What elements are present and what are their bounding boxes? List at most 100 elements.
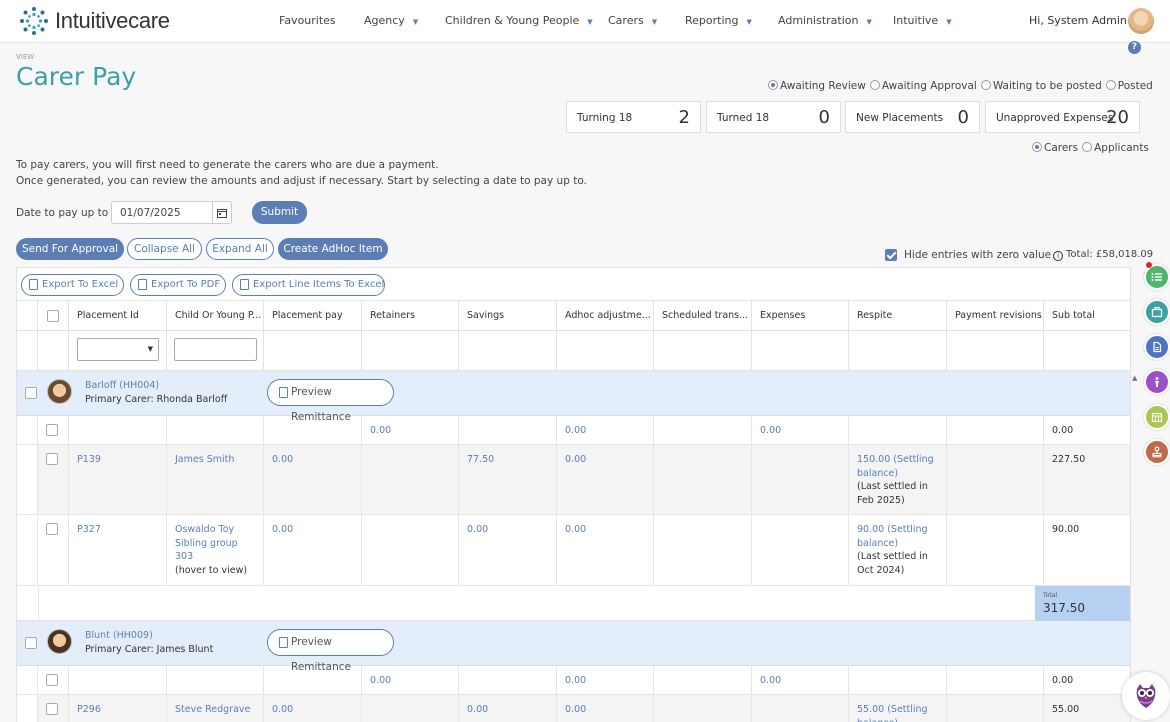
respite-link[interactable]: 150.00 (Settling balance) bbox=[857, 453, 936, 480]
brand-logo[interactable]: Intuitivecare bbox=[19, 6, 170, 36]
collapse-all-button[interactable]: Collapse All bbox=[127, 238, 202, 260]
status-waiting-to-be-posted[interactable]: Waiting to be posted bbox=[980, 80, 1102, 92]
retainers-cell[interactable]: 0.00 bbox=[362, 416, 459, 444]
nav-reporting[interactable]: Reporting ▼ bbox=[685, 14, 752, 27]
savings-cell[interactable]: 0.00 bbox=[459, 515, 557, 585]
person-icon[interactable] bbox=[1144, 369, 1170, 395]
col-placement-pay[interactable]: Placement pay bbox=[264, 300, 362, 331]
info-icon[interactable]: i bbox=[1053, 251, 1064, 261]
calendar-icon[interactable] bbox=[1144, 404, 1170, 430]
send-for-approval-button[interactable]: Send For Approval bbox=[16, 238, 124, 260]
placement-id-link[interactable]: P139 bbox=[69, 445, 167, 514]
row-cell bbox=[654, 515, 752, 585]
row-checkbox[interactable] bbox=[46, 424, 58, 436]
carer-group-header[interactable]: Barloff (HH004) Primary Carer: Rhonda Ba… bbox=[17, 371, 1130, 423]
row-cell bbox=[947, 515, 1044, 585]
adhoc-cell[interactable]: 0.00 bbox=[557, 666, 654, 694]
adhoc-cell[interactable]: 0.00 bbox=[557, 445, 654, 514]
respite-link[interactable]: 90.00 (Settling balance) bbox=[857, 523, 936, 550]
status-awaiting-approval[interactable]: Awaiting Approval bbox=[869, 80, 977, 92]
col-payment-revisions[interactable]: Payment revisions bbox=[947, 300, 1044, 331]
user-avatar[interactable] bbox=[1128, 8, 1154, 34]
stat-turned-18[interactable]: Turned 18 0 bbox=[706, 101, 841, 133]
child-filter-input[interactable] bbox=[174, 338, 257, 361]
savings-cell[interactable]: 77.50 bbox=[459, 445, 557, 514]
calendar-icon[interactable] bbox=[212, 202, 231, 223]
stat-new-placements[interactable]: New Placements 0 bbox=[845, 101, 980, 133]
expenses-cell[interactable]: 0.00 bbox=[752, 666, 849, 694]
row-cell bbox=[38, 515, 69, 585]
nav-agency[interactable]: Agency ▼ bbox=[364, 14, 418, 27]
expenses-cell[interactable]: 0.00 bbox=[752, 416, 849, 444]
preview-remittance-button[interactable]: Preview Remittance bbox=[267, 379, 394, 423]
primary-carer: Primary Carer: James Blunt bbox=[85, 644, 214, 655]
col-scheduled[interactable]: Scheduled trans... bbox=[654, 300, 752, 331]
create-adhoc-item-button[interactable]: Create AdHoc Item bbox=[278, 238, 388, 260]
nav-favourites[interactable]: Favourites bbox=[279, 14, 336, 27]
placement-id-filter-select[interactable] bbox=[77, 338, 159, 361]
placement-pay-cell[interactable]: 0.00 bbox=[264, 515, 362, 585]
col-savings[interactable]: Savings bbox=[459, 300, 557, 331]
col-expenses[interactable]: Expenses bbox=[752, 300, 849, 331]
submit-button[interactable]: Submit bbox=[252, 201, 307, 224]
assistant-owl-icon[interactable] bbox=[1122, 672, 1170, 720]
expand-all-button[interactable]: Expand All bbox=[206, 238, 274, 260]
carer-household-link[interactable]: Blunt (HH009) bbox=[85, 630, 153, 641]
adhoc-cell[interactable]: 0.00 bbox=[557, 695, 654, 722]
nav-administration[interactable]: Administration ▼ bbox=[778, 14, 872, 27]
preview-remittance-button[interactable]: Preview Remittance bbox=[267, 629, 394, 673]
export-pdf-button[interactable]: Export To PDF bbox=[130, 274, 226, 296]
type-applicants[interactable]: Applicants bbox=[1082, 142, 1149, 154]
retainers-cell[interactable]: 0.00 bbox=[362, 666, 459, 694]
document-icon[interactable] bbox=[1144, 334, 1170, 360]
col-retainers[interactable]: Retainers bbox=[362, 300, 459, 331]
status-posted[interactable]: Posted bbox=[1105, 80, 1153, 92]
child-link[interactable]: James Smith bbox=[167, 445, 264, 514]
savings-cell[interactable]: 0.00 bbox=[459, 695, 557, 722]
adhoc-cell[interactable]: 0.00 bbox=[557, 515, 654, 585]
status-awaiting-review[interactable]: Awaiting Review bbox=[768, 80, 866, 92]
filter-cell bbox=[557, 331, 654, 371]
scroll-up-arrow-icon[interactable]: ▲ bbox=[1132, 374, 1137, 382]
filter-cell bbox=[849, 331, 947, 371]
select-all-checkbox[interactable] bbox=[47, 310, 59, 322]
placement-pay-cell[interactable]: 0.00 bbox=[264, 445, 362, 514]
stat-turning-18[interactable]: Turning 18 2 bbox=[566, 101, 701, 133]
group-checkbox[interactable] bbox=[25, 637, 37, 649]
row-checkbox[interactable] bbox=[46, 523, 58, 535]
row-checkbox[interactable] bbox=[46, 703, 58, 715]
child-link[interactable]: Steve Redgrave bbox=[167, 695, 264, 722]
nav-label: Children & Young People bbox=[445, 14, 580, 27]
hide-zero-checkbox[interactable] bbox=[885, 249, 897, 261]
stat-unapproved-expenses[interactable]: Unapproved Expenses 20 bbox=[985, 101, 1140, 133]
help-icon[interactable]: ? bbox=[1128, 41, 1141, 54]
group-checkbox[interactable] bbox=[25, 387, 37, 399]
stamp-icon[interactable] bbox=[1144, 439, 1170, 465]
carer-group-header[interactable]: Blunt (HH009) Primary Carer: James Blunt… bbox=[17, 621, 1130, 673]
placement-pay-cell[interactable]: 0.00 bbox=[264, 695, 362, 722]
type-carers[interactable]: Carers bbox=[1032, 142, 1078, 154]
col-respite[interactable]: Respite bbox=[849, 300, 947, 331]
logo-icon bbox=[20, 7, 48, 35]
row-checkbox[interactable] bbox=[46, 674, 58, 686]
col-child[interactable]: Child Or Young P... bbox=[167, 300, 264, 331]
carer-household-link[interactable]: Barloff (HH004) bbox=[85, 380, 159, 391]
export-line-items-button[interactable]: Export Line Items To Excel bbox=[232, 274, 385, 296]
export-excel-button[interactable]: Export To Excel bbox=[21, 274, 124, 296]
nav-intuitive[interactable]: Intuitive ▼ bbox=[893, 14, 952, 27]
briefcase-icon[interactable] bbox=[1144, 299, 1170, 325]
placement-id-link[interactable]: P296 bbox=[69, 695, 167, 722]
user-greeting[interactable]: Hi, System Admin bbox=[1029, 14, 1127, 27]
child-link[interactable]: Oswaldo Toy Sibling group 303 bbox=[175, 523, 255, 564]
respite-link[interactable]: 55.00 (Settling balance) bbox=[857, 703, 936, 722]
row-checkbox[interactable] bbox=[46, 453, 58, 465]
placement-id-link[interactable]: P327 bbox=[69, 515, 167, 585]
date-input[interactable]: 01/07/2025 bbox=[111, 201, 232, 224]
row-cell bbox=[17, 445, 38, 514]
adhoc-cell[interactable]: 0.00 bbox=[557, 416, 654, 444]
col-adhoc[interactable]: Adhoc adjustme... bbox=[557, 300, 654, 331]
col-placement-id[interactable]: Placement Id bbox=[69, 300, 167, 331]
col-subtotal[interactable]: Sub total bbox=[1044, 300, 1130, 331]
nav-children-young-people[interactable]: Children & Young People ▼ bbox=[445, 14, 593, 27]
nav-carers[interactable]: Carers ▼ bbox=[608, 14, 657, 27]
